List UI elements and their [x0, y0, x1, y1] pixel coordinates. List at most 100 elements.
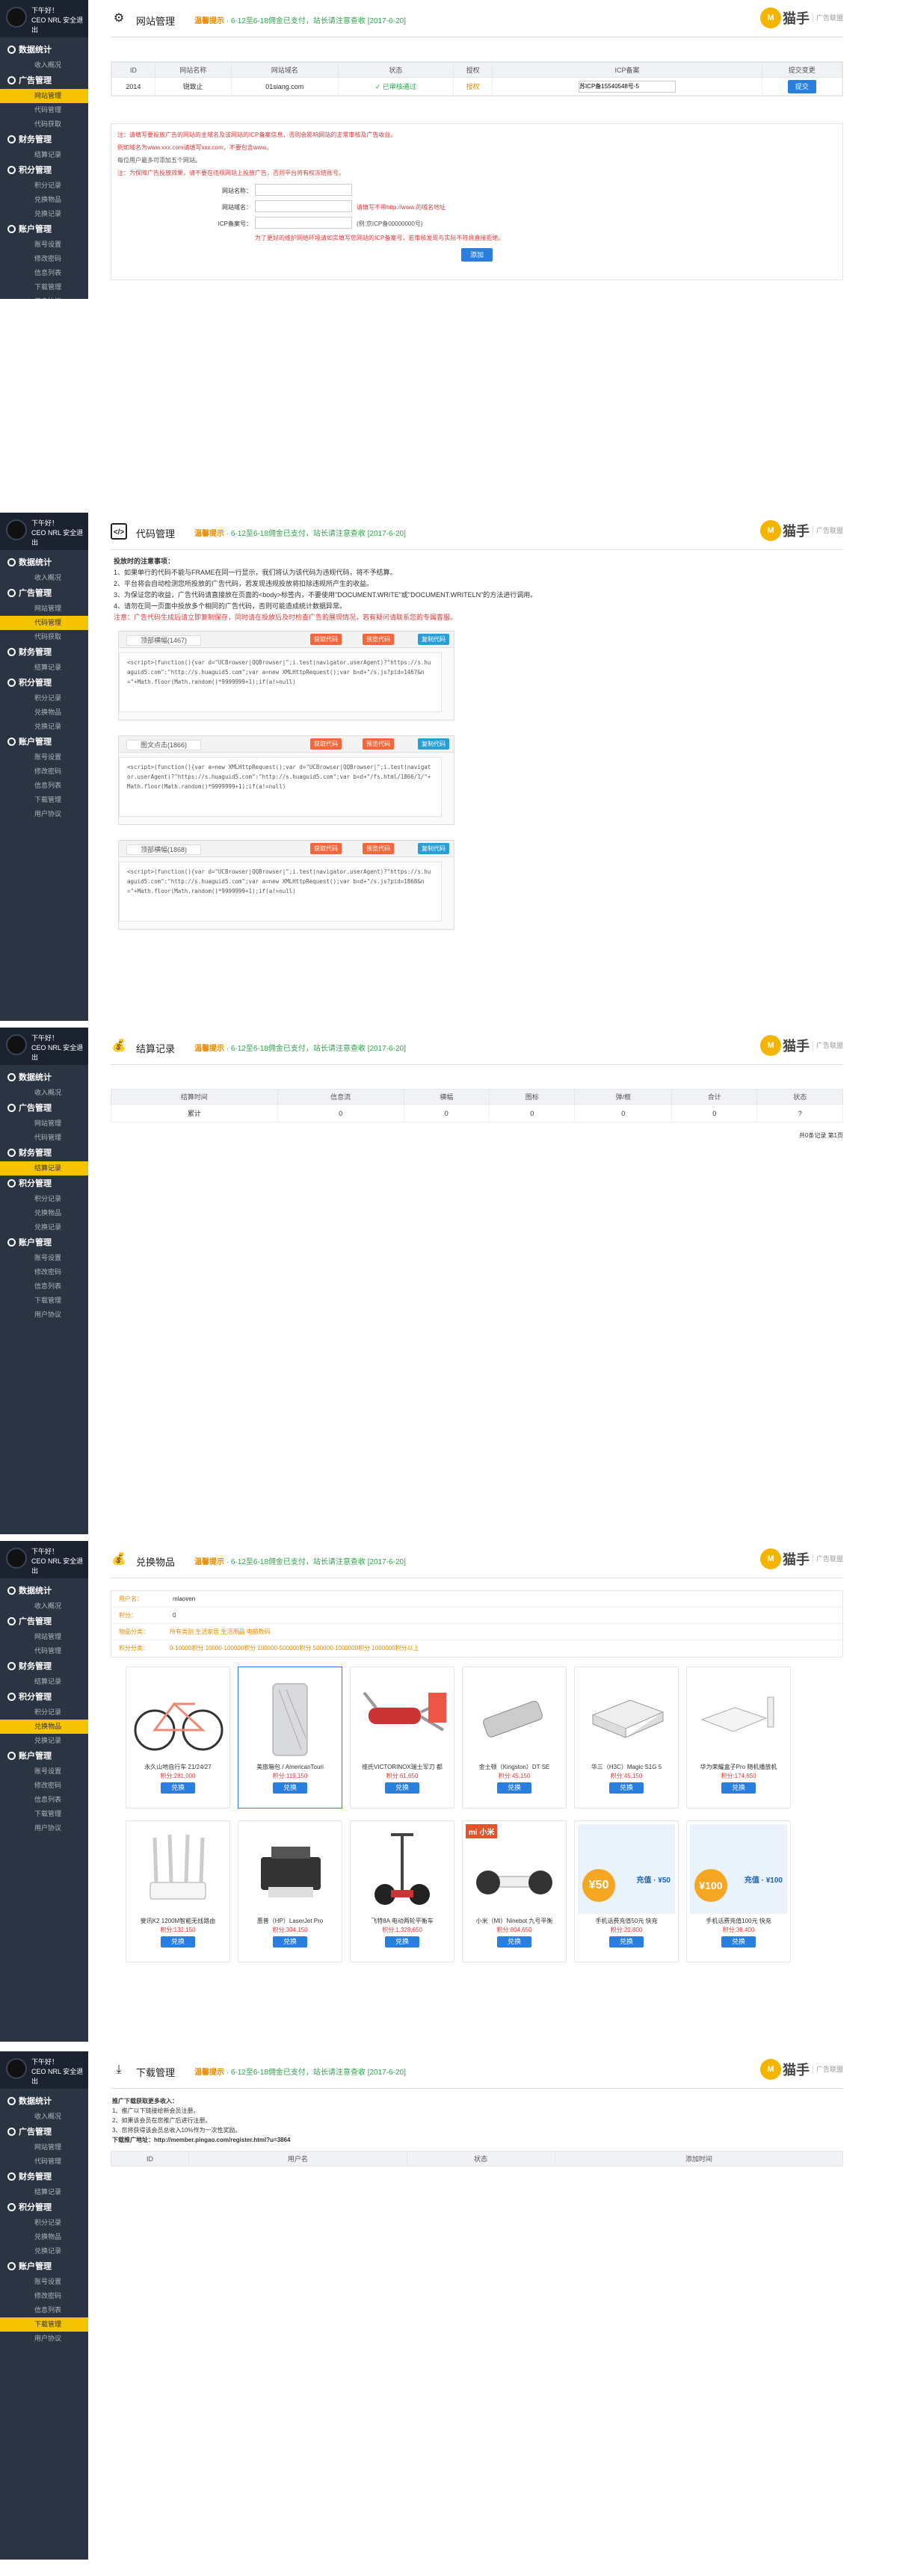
- points-filter[interactable]: 0-10000积分 10000-100000积分 100000-500000积分…: [170, 1645, 419, 1652]
- user-links[interactable]: CEO NRL 安全退出: [31, 16, 88, 35]
- avatar[interactable]: [6, 1548, 27, 1569]
- nav-code-manage[interactable]: 代码管理: [0, 1644, 88, 1658]
- nav-points-log[interactable]: 积分记录: [0, 1705, 88, 1720]
- nav-agreement[interactable]: 用户协议: [0, 1308, 88, 1322]
- user-links[interactable]: CEO NRL 安全退出: [31, 1557, 88, 1576]
- nav-settle[interactable]: 结算记录: [0, 148, 88, 162]
- nav-income[interactable]: 收入概况: [0, 2110, 88, 2124]
- nav-account-settings[interactable]: 账号设置: [0, 1251, 88, 1265]
- nav-income[interactable]: 收入概况: [0, 58, 88, 72]
- nav-group-stats[interactable]: 数据统计: [0, 1069, 88, 1086]
- preview-code-button[interactable]: 预览代码: [363, 843, 394, 854]
- nav-download[interactable]: 下载管理: [0, 1294, 88, 1308]
- product-card[interactable]: 维氏VICTORINOX瑞士军刀 都积分:61,650 兑换: [350, 1667, 454, 1809]
- nav-agreement[interactable]: 用户协议: [0, 294, 88, 299]
- exchange-button[interactable]: 兑换: [272, 1936, 307, 1948]
- nav-password[interactable]: 修改密码: [0, 2289, 88, 2303]
- submit-change-button[interactable]: 提交: [787, 79, 816, 93]
- exchange-button[interactable]: 兑换: [272, 1782, 307, 1794]
- nav-exchange[interactable]: 兑换物品: [0, 193, 88, 207]
- add-site-button[interactable]: 添加: [460, 248, 493, 262]
- exchange-button[interactable]: 兑换: [608, 1936, 644, 1948]
- preview-code-button[interactable]: 预览代码: [363, 634, 394, 645]
- nav-exchange[interactable]: 兑换物品: [0, 1720, 88, 1734]
- nav-site-manage[interactable]: 网站管理: [0, 1630, 88, 1644]
- nav-messages[interactable]: 信息列表: [0, 1279, 88, 1294]
- copy-code-button[interactable]: 复制代码: [418, 634, 449, 645]
- user-links[interactable]: CEO NRL 安全退出: [31, 528, 88, 548]
- product-card[interactable]: 斐讯K2 1200M智能无线路由 积分:132,150 兑换: [126, 1820, 230, 1962]
- user-links[interactable]: CEO NRL 安全退出: [31, 1043, 88, 1063]
- nav-group-account[interactable]: 账户管理: [0, 221, 88, 238]
- product-card[interactable]: 飞特8A 电动两轮平衡车 积分:1,328,650 兑换: [350, 1820, 454, 1962]
- nav-exchange-log[interactable]: 兑换记录: [0, 1220, 88, 1235]
- nav-exchange[interactable]: 兑换物品: [0, 705, 88, 720]
- avatar[interactable]: [6, 1034, 27, 1055]
- nav-group-ads[interactable]: 广告管理: [0, 1100, 88, 1116]
- nav-download[interactable]: 下载管理: [0, 1807, 88, 1821]
- nav-exchange[interactable]: 兑换物品: [0, 1206, 88, 1220]
- nav-download[interactable]: 下载管理: [0, 2317, 88, 2332]
- nav-code-get[interactable]: 代码获取: [0, 117, 88, 132]
- product-card[interactable]: 华为荣耀盒子Pro 随机播放机 积分:174,650 兑换: [686, 1667, 791, 1809]
- nav-download[interactable]: 下载管理: [0, 793, 88, 807]
- copy-code-button[interactable]: 复制代码: [418, 843, 449, 854]
- copy-code-button[interactable]: 复制代码: [418, 738, 449, 750]
- product-card[interactable]: 华三（H3C）Magic S1G 5 积分:45,150 兑换: [574, 1667, 679, 1809]
- get-code-button[interactable]: 获取代码: [310, 843, 342, 854]
- nav-password[interactable]: 修改密码: [0, 1779, 88, 1793]
- nav-income[interactable]: 收入概况: [0, 571, 88, 585]
- nav-group-stats[interactable]: 数据统计: [0, 42, 88, 58]
- nav-site-manage[interactable]: 网站管理: [0, 602, 88, 616]
- exchange-button[interactable]: 兑换: [384, 1936, 419, 1948]
- preview-code-button[interactable]: 预览代码: [363, 738, 394, 750]
- nav-code-get[interactable]: 代码获取: [0, 630, 88, 644]
- product-card[interactable]: 惠普（HP）LaserJet Pro 积分:304,150 兑换: [238, 1820, 342, 1962]
- code-text[interactable]: <script>(function(){var d="UCBrowser|QQB…: [119, 862, 442, 921]
- nav-group-ads[interactable]: 广告管理: [0, 1613, 88, 1630]
- nav-messages[interactable]: 信息列表: [0, 1793, 88, 1807]
- nav-group-finance[interactable]: 财务管理: [0, 1145, 88, 1161]
- nav-group-finance[interactable]: 财务管理: [0, 1658, 88, 1675]
- nav-account-settings[interactable]: 账号设置: [0, 238, 88, 252]
- nav-group-points[interactable]: 积分管理: [0, 1176, 88, 1192]
- nav-site-manage[interactable]: 网站管理: [0, 89, 88, 103]
- nav-income[interactable]: 收入概况: [0, 1086, 88, 1100]
- nav-site-manage[interactable]: 网站管理: [0, 2140, 88, 2155]
- exchange-button[interactable]: 兑换: [721, 1782, 756, 1794]
- nav-code-manage[interactable]: 代码管理: [0, 616, 88, 630]
- code-text[interactable]: <script>(function(){var a=new XMLHttpReq…: [119, 757, 442, 817]
- nav-account-settings[interactable]: 账号设置: [0, 750, 88, 765]
- nav-settle[interactable]: 结算记录: [0, 1161, 88, 1176]
- exchange-button[interactable]: 兑换: [496, 1936, 531, 1948]
- nav-group-points[interactable]: 积分管理: [0, 2199, 88, 2216]
- exchange-button[interactable]: 兑换: [160, 1782, 195, 1794]
- product-card[interactable]: 永久山地自行车 21/24/27 积分:281,000 兑换: [126, 1667, 230, 1809]
- exchange-button[interactable]: 兑换: [384, 1782, 419, 1794]
- nav-password[interactable]: 修改密码: [0, 765, 88, 779]
- nav-group-ads[interactable]: 广告管理: [0, 2124, 88, 2140]
- nav-points-log[interactable]: 积分记录: [0, 1192, 88, 1206]
- nav-messages[interactable]: 信息列表: [0, 266, 88, 280]
- product-card[interactable]: 美旅箱包 / AmericanTouri 积分:119,150 兑换: [238, 1667, 342, 1809]
- site-name-input[interactable]: [255, 184, 352, 196]
- site-domain-input[interactable]: [255, 200, 352, 212]
- nav-account-settings[interactable]: 账号设置: [0, 1764, 88, 1779]
- nav-group-account[interactable]: 账户管理: [0, 1748, 88, 1764]
- product-card[interactable]: mi 小米 小米（MI）Ninebot 九号平衡 积分:804,650 兑换: [462, 1820, 567, 1962]
- nav-group-ads[interactable]: 广告管理: [0, 72, 88, 89]
- nav-group-account[interactable]: 账户管理: [0, 734, 88, 750]
- nav-messages[interactable]: 信息列表: [0, 2303, 88, 2317]
- product-card[interactable]: ¥100 充值 · ¥100 手机话费充值100元 快充 积分:38,400 兑换: [686, 1820, 791, 1962]
- nav-group-points[interactable]: 积分管理: [0, 162, 88, 179]
- nav-income[interactable]: 收入概况: [0, 1599, 88, 1613]
- nav-password[interactable]: 修改密码: [0, 1265, 88, 1279]
- nav-exchange-log[interactable]: 兑换记录: [0, 1734, 88, 1748]
- nav-group-points[interactable]: 积分管理: [0, 675, 88, 691]
- nav-agreement[interactable]: 用户协议: [0, 1821, 88, 1835]
- nav-group-account[interactable]: 账户管理: [0, 1235, 88, 1251]
- nav-download[interactable]: 下载管理: [0, 280, 88, 294]
- exchange-button[interactable]: 兑换: [160, 1936, 195, 1948]
- nav-messages[interactable]: 信息列表: [0, 779, 88, 793]
- code-text[interactable]: <script>(function(){var d="UCBrowser|QQB…: [119, 652, 442, 712]
